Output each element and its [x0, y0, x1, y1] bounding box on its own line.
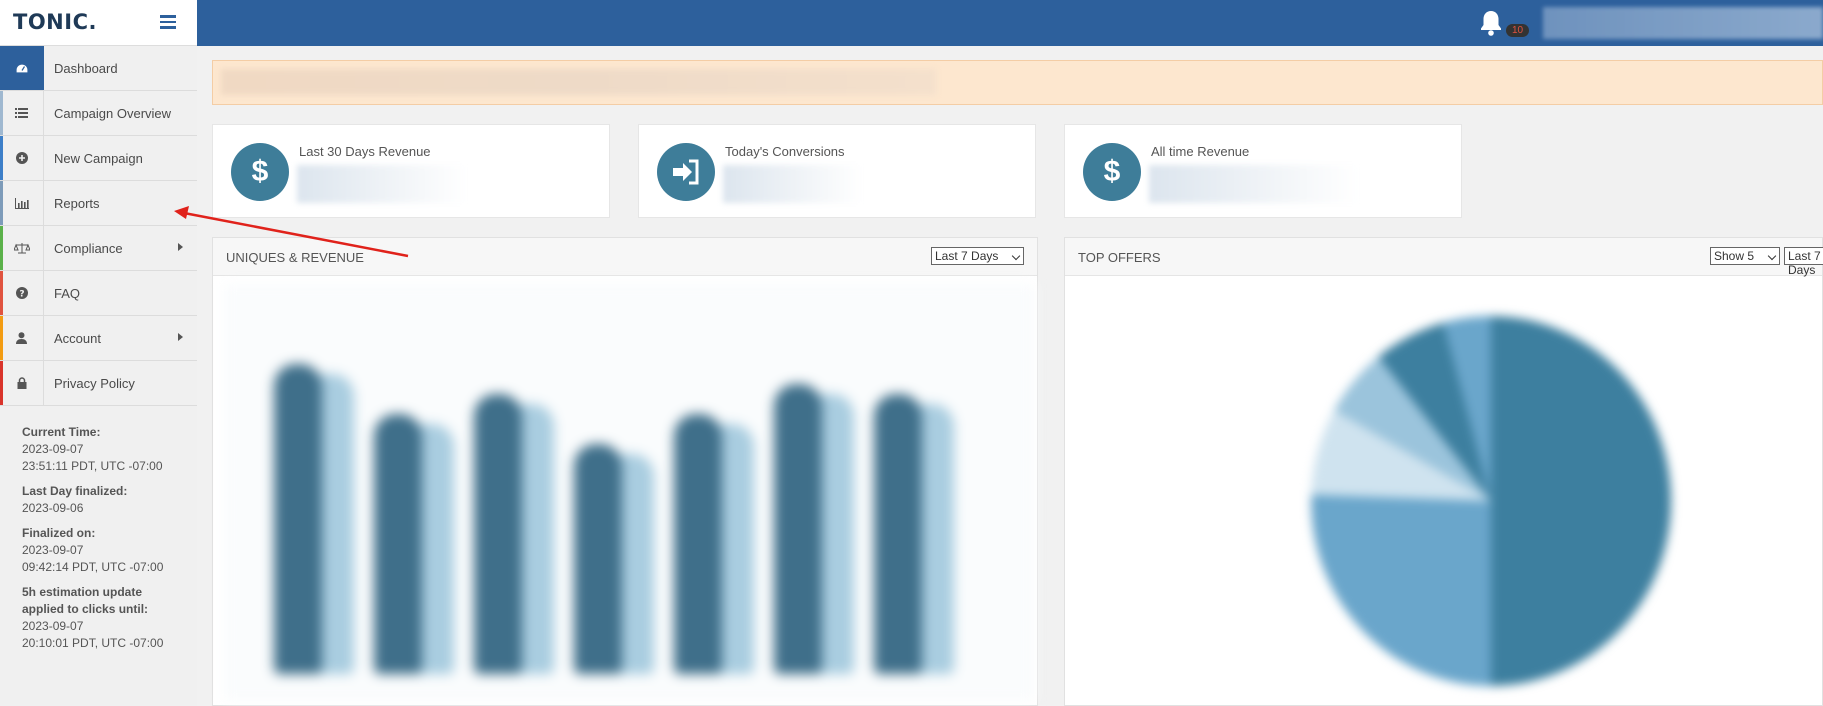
bell-icon[interactable] — [1478, 9, 1504, 37]
item-stripe — [0, 361, 3, 405]
panel-header: UNIQUES & REVENUE Last 7 Days — [213, 238, 1037, 276]
plus-circle-icon — [0, 136, 44, 180]
top-offers-chart — [1091, 276, 1823, 706]
show-count-select[interactable]: Show 5 — [1710, 247, 1780, 265]
sidebar-item-compliance[interactable]: Compliance — [0, 226, 197, 271]
chart-bar — [774, 384, 822, 674]
chart-bar — [574, 444, 622, 674]
sidebar-item-reports[interactable]: Reports — [0, 181, 197, 226]
panel-title: TOP OFFERS — [1078, 250, 1161, 265]
estimation-label: 5h estimation update — [22, 585, 143, 599]
last-day-label: Last Day finalized: — [22, 484, 128, 498]
stat-card-all-time-revenue: $ All time Revenue — [1064, 124, 1462, 218]
stat-title: Today's Conversions — [725, 144, 845, 159]
chart-bar — [874, 394, 922, 674]
notice-banner — [212, 60, 1823, 105]
current-time-label: Current Time: — [22, 425, 101, 439]
sidebar-item-label: Dashboard — [54, 60, 118, 76]
uniques-revenue-panel: UNIQUES & REVENUE Last 7 Days — [212, 237, 1038, 706]
user-menu[interactable] — [1543, 7, 1823, 39]
item-stripe — [0, 271, 3, 315]
chart-bar — [374, 414, 422, 674]
last-day-value: 2023-09-06 — [22, 501, 84, 515]
sidebar-item-label: New Campaign — [54, 150, 143, 166]
stat-value-redacted — [1149, 165, 1359, 203]
logo-area: TONIC. — [0, 0, 197, 46]
pie-chart — [1311, 316, 1671, 686]
panel-header: TOP OFFERS Show 5 Last 7 Days — [1065, 238, 1823, 277]
stat-value-redacted — [723, 165, 863, 203]
sidebar-item-label: Account — [54, 330, 101, 346]
svg-text:?: ? — [19, 290, 24, 300]
sidebar-item-account[interactable]: Account — [0, 316, 197, 361]
sidebar-item-dashboard[interactable]: Dashboard — [0, 46, 197, 91]
date-range-select[interactable]: Last 7 Days — [931, 247, 1024, 265]
banner-text-redacted — [221, 69, 936, 95]
chevron-right-icon — [178, 243, 183, 251]
top-offers-panel: TOP OFFERS Show 5 Last 7 Days — [1064, 237, 1823, 706]
item-stripe — [0, 226, 3, 270]
sidebar: Dashboard Campaign Overview New Campaign… — [0, 46, 197, 706]
sidebar-item-label: Campaign Overview — [54, 105, 172, 121]
bar-chart-icon — [0, 181, 44, 225]
item-stripe — [0, 316, 3, 360]
chart-bar — [674, 414, 722, 674]
dollar-icon: $ — [1083, 143, 1141, 201]
sidebar-item-label: FAQ — [54, 285, 81, 301]
stat-card-todays-conversions: Today's Conversions — [638, 124, 1036, 218]
current-time-date: 2023-09-07 — [22, 442, 84, 456]
dashboard-icon — [0, 46, 44, 90]
current-time-value: 23:51:11 PDT, UTC -07:00 — [22, 459, 163, 473]
estimation-time: 20:10:01 PDT, UTC -07:00 — [22, 636, 164, 650]
notification-badge: 10 — [1506, 24, 1530, 37]
panel-title: UNIQUES & REVENUE — [226, 250, 364, 265]
sidebar-item-faq[interactable]: ? FAQ — [0, 271, 197, 316]
chevron-right-icon — [178, 333, 183, 341]
stat-title: All time Revenue — [1151, 144, 1250, 159]
time-info: Current Time: 2023-09-07 23:51:11 PDT, U… — [0, 406, 197, 652]
chart-bar — [474, 394, 522, 674]
sidebar-item-label: Compliance — [54, 240, 123, 256]
dollar-icon: $ — [231, 143, 289, 201]
stat-value-redacted — [297, 165, 467, 203]
finalized-label: Finalized on: — [22, 526, 96, 540]
sign-in-icon — [657, 143, 715, 201]
stat-card-last-30-days-revenue: $ Last 30 Days Revenue — [212, 124, 610, 218]
sidebar-item-privacy-policy[interactable]: Privacy Policy — [0, 361, 197, 406]
sidebar-item-label: Reports — [54, 195, 100, 211]
lock-icon — [0, 361, 44, 405]
stat-title: Last 30 Days Revenue — [299, 144, 431, 159]
sidebar-item-label: Privacy Policy — [54, 375, 135, 391]
item-stripe — [0, 136, 3, 180]
item-stripe — [0, 181, 3, 225]
balance-scale-icon — [0, 226, 44, 270]
sidebar-item-campaign-overview[interactable]: Campaign Overview — [0, 91, 197, 136]
list-icon — [0, 91, 44, 135]
date-range-select[interactable]: Last 7 Days — [1784, 247, 1823, 277]
item-stripe — [0, 46, 3, 90]
finalized-date: 2023-09-07 — [22, 543, 84, 557]
question-circle-icon: ? — [0, 271, 44, 315]
logo[interactable]: TONIC. — [13, 10, 97, 34]
menu-toggle-icon[interactable] — [160, 15, 176, 29]
item-stripe — [0, 91, 3, 135]
sidebar-item-new-campaign[interactable]: New Campaign — [0, 136, 197, 181]
notification-count: 10 — [1512, 25, 1524, 36]
finalized-time: 09:42:14 PDT, UTC -07:00 — [22, 560, 164, 574]
estimation-label-2: applied to clicks until: — [22, 602, 149, 616]
user-icon — [0, 316, 44, 360]
chart-bar — [274, 364, 322, 674]
uniques-revenue-chart — [224, 284, 1034, 701]
estimation-date: 2023-09-07 — [22, 619, 84, 633]
